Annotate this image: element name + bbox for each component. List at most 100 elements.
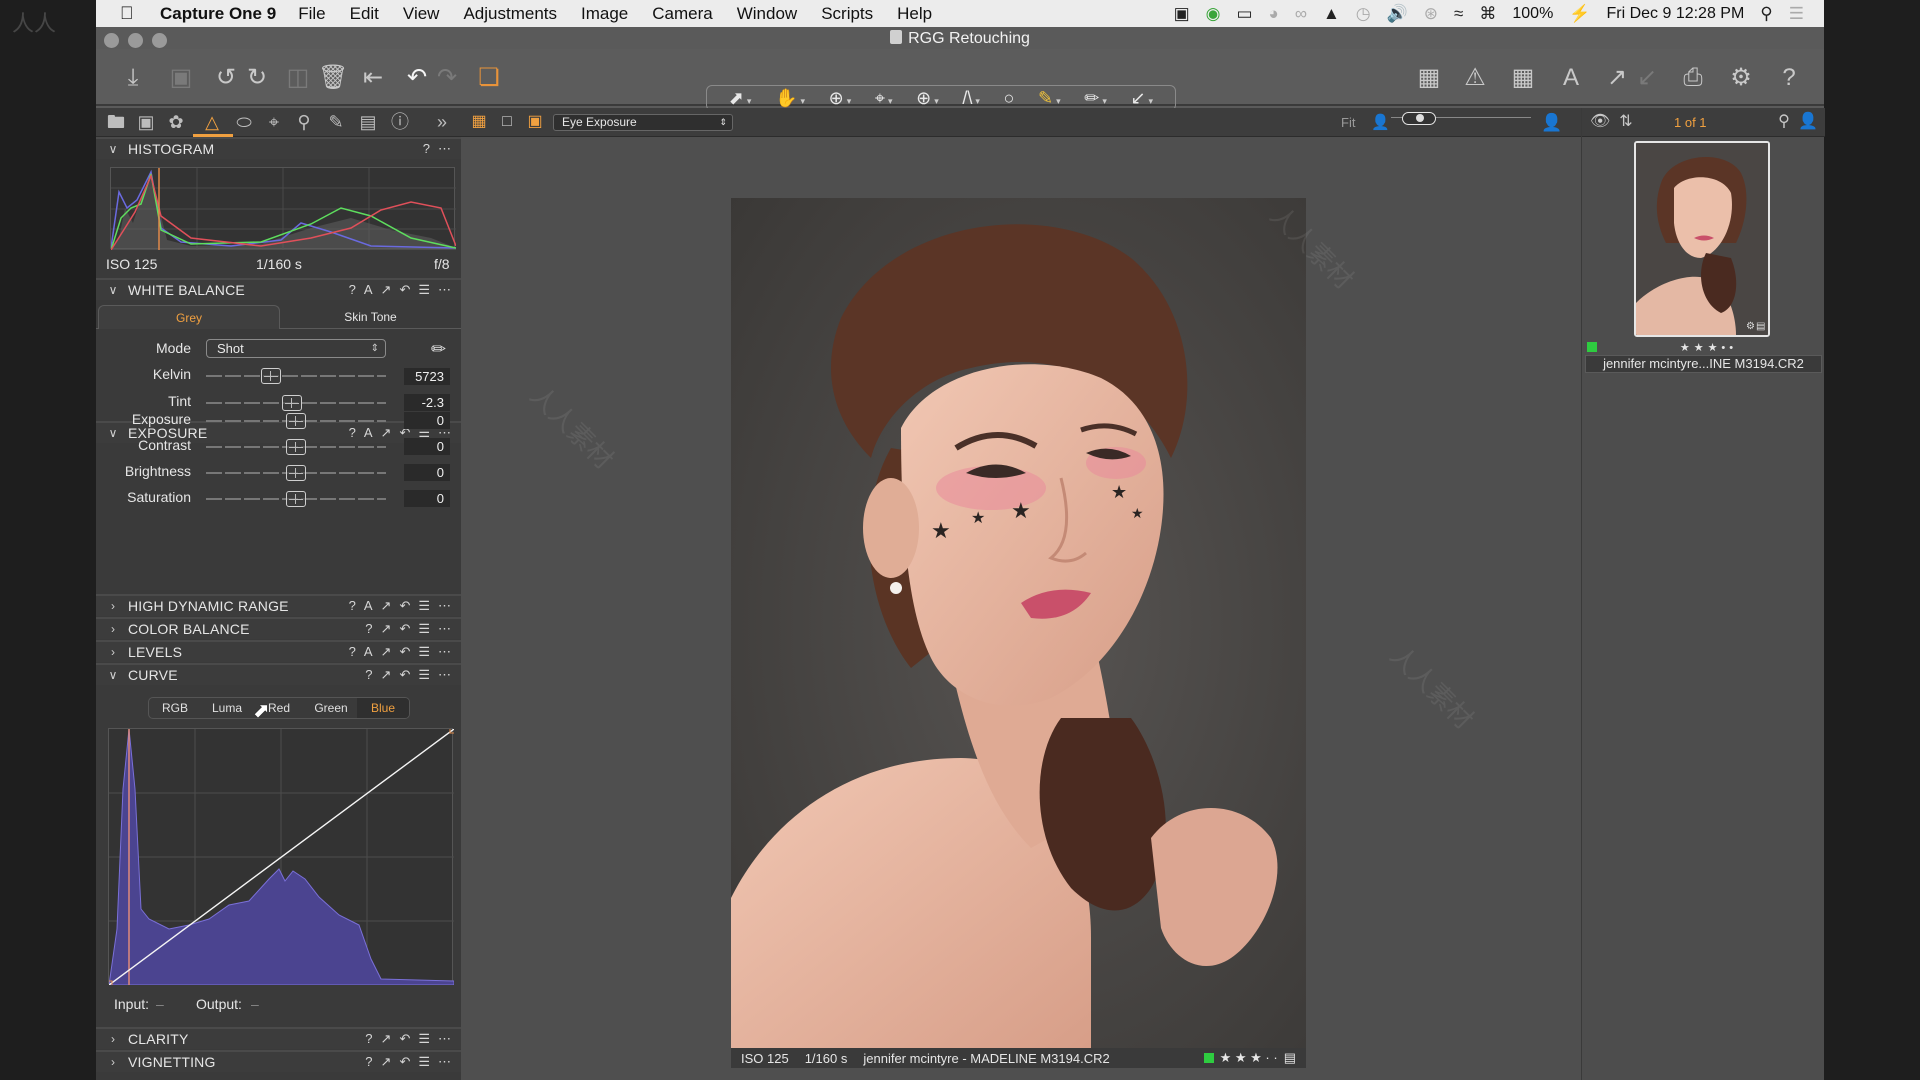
reset-icon[interactable]: ↶ xyxy=(399,667,410,683)
auto-icon[interactable]: A xyxy=(364,598,373,614)
single-view-icon[interactable]: □ xyxy=(497,113,517,131)
composition-tab-icon[interactable]: ⌖ xyxy=(262,111,286,133)
menu-view[interactable]: View xyxy=(403,4,440,24)
kelvin-slider-knob[interactable] xyxy=(260,368,281,384)
presets-icon[interactable]: ☰ xyxy=(418,1054,430,1070)
rotate-left-icon[interactable]: ↺ xyxy=(211,63,241,93)
info-icon[interactable]: ▤ xyxy=(1284,1050,1296,1066)
adjustments-tab-icon[interactable]: ▤ xyxy=(356,111,380,133)
color-picker-icon[interactable]: ✏ ▾ xyxy=(1084,88,1107,109)
reset-icon[interactable]: ↶ xyxy=(399,621,410,637)
spotlight-icon[interactable]: ⚲ xyxy=(1760,4,1772,24)
exposure-tab-icon[interactable]: △ xyxy=(200,111,224,133)
redo-icon[interactable]: ↷ xyxy=(432,63,462,93)
user-icon[interactable]: 👤 xyxy=(1798,113,1818,131)
grid-icon[interactable]: ▦ xyxy=(1508,63,1538,93)
keystone-tool-icon[interactable]: /\ ▾ xyxy=(962,88,980,109)
battery-icon[interactable]: ⚡ xyxy=(1569,4,1590,24)
move-to-folder-icon[interactable]: ◫ xyxy=(283,63,313,93)
more-icon[interactable]: ⋯ xyxy=(438,1031,451,1047)
more-icon[interactable]: ⋯ xyxy=(438,282,451,298)
exposure-row-slider[interactable] xyxy=(206,465,386,481)
notification-center-icon[interactable]: ☰ xyxy=(1789,4,1804,24)
import-icon[interactable]: ⤓ xyxy=(118,63,148,93)
grid-view-icon[interactable]: ▦ xyxy=(469,113,489,131)
settings-icon[interactable]: ⚙ xyxy=(1726,63,1756,93)
auto-icon[interactable]: A xyxy=(364,282,373,298)
local-adjustments-tab-icon[interactable]: ✎ xyxy=(324,111,348,133)
menu-window[interactable]: Window xyxy=(737,4,797,24)
help-icon[interactable]: ? xyxy=(349,644,356,660)
help-icon[interactable]: ? xyxy=(365,621,372,637)
presets-icon[interactable]: ☰ xyxy=(418,1031,430,1047)
search-icon[interactable]: ⚲ xyxy=(1774,113,1794,131)
presets-icon[interactable]: ☰ xyxy=(418,621,430,637)
exposure-row-value[interactable]: 0 xyxy=(404,438,450,455)
apply-icon[interactable]: ↙ xyxy=(1632,63,1662,93)
zoom-slider[interactable] xyxy=(1391,112,1531,128)
exposure-row-slider[interactable] xyxy=(206,491,386,507)
trash-icon[interactable]: 🗑 xyxy=(318,63,348,93)
copy-apply-icon[interactable]: ↗ xyxy=(381,1031,392,1047)
white-balance-header[interactable]: ∨ WHITE BALANCE ? A ↗ ↶ ☰ ⋯ xyxy=(96,278,461,300)
curve-header[interactable]: ∨ CURVE ? ↗ ↶ ☰ ⋯ xyxy=(96,663,461,685)
menu-image[interactable]: Image xyxy=(581,4,628,24)
select-tool-icon[interactable]: ⬈ ▾ xyxy=(729,88,752,109)
multi-view-icon[interactable]: ▣ xyxy=(525,113,545,131)
wifi-icon[interactable]: ≈ xyxy=(1454,4,1463,24)
print-icon[interactable]: ⎙ xyxy=(1678,63,1708,93)
presets-icon[interactable]: ☰ xyxy=(418,667,430,683)
tab-skin-tone[interactable]: Skin Tone xyxy=(280,305,461,329)
menu-adjustments[interactable]: Adjustments xyxy=(463,4,557,24)
reset-icon[interactable]: ↶ xyxy=(399,1054,410,1070)
tab-grey[interactable]: Grey xyxy=(98,305,280,329)
vignetting-header[interactable]: › VIGNETTING ? ↗ ↶ ☰ ⋯ xyxy=(96,1050,461,1072)
more-tabs-icon[interactable]: » xyxy=(430,111,454,133)
more-icon[interactable]: ⋯ xyxy=(438,598,451,614)
curve-graph[interactable] xyxy=(105,726,457,988)
help-icon[interactable]: ? xyxy=(365,1031,372,1047)
spot-removal-icon[interactable]: ○ xyxy=(1004,88,1015,109)
copy-apply-icon[interactable]: ↗ xyxy=(381,644,392,660)
bluetooth-icon[interactable]: ⊛ xyxy=(1424,4,1438,24)
menu-edit[interactable]: Edit xyxy=(350,4,379,24)
exposure-row-slider[interactable] xyxy=(206,439,386,455)
kelvin-value[interactable]: 5723 xyxy=(404,368,450,385)
app-menu[interactable]: Capture One 9 xyxy=(160,4,276,24)
crop-tool-icon[interactable]: ⌖ ▾ xyxy=(875,88,893,109)
volume-icon[interactable]: 🔊 xyxy=(1387,4,1408,24)
screen-icon[interactable]: ▭ xyxy=(1236,4,1252,24)
exposure-row-slider[interactable] xyxy=(206,413,386,429)
reset-icon[interactable]: ↶ xyxy=(399,1031,410,1047)
thumbnail[interactable]: ⚙ ▤ xyxy=(1634,141,1770,337)
pan-tool-icon[interactable]: ✋ ▾ xyxy=(775,88,805,109)
curve-tab-luma[interactable]: Luma xyxy=(201,698,253,718)
copy-adjustments-icon[interactable]: ❏ xyxy=(474,63,504,93)
copy-apply-icon[interactable]: ↗ xyxy=(381,667,392,683)
capture-tab-icon[interactable]: ▣ xyxy=(134,111,158,133)
reset-icon[interactable]: ↶ xyxy=(399,598,410,614)
creative-cloud-icon[interactable]: ∞ xyxy=(1295,4,1307,24)
apply-adjustments-icon[interactable]: ↙ ▾ xyxy=(1130,88,1153,109)
menu-camera[interactable]: Camera xyxy=(652,4,712,24)
clarity-header[interactable]: › CLARITY ? ↗ ↶ ☰ ⋯ xyxy=(96,1027,461,1049)
presets-icon[interactable]: ☰ xyxy=(418,598,430,614)
sort-icon[interactable]: ⇅ xyxy=(1616,113,1636,131)
kelvin-slider[interactable] xyxy=(206,368,386,384)
zoom-tool-icon[interactable]: ⊕ ▾ xyxy=(829,88,852,109)
reset-icon[interactable]: ↶ xyxy=(399,282,410,298)
help-icon[interactable]: ? xyxy=(365,1054,372,1070)
copy-icon[interactable]: ↗ xyxy=(1602,63,1632,93)
exposure-row-value[interactable]: 0 xyxy=(404,412,450,429)
compare-layout-icon[interactable]: ▦ xyxy=(1414,63,1444,93)
menu-file[interactable]: File xyxy=(298,4,325,24)
high-dynamic-range-header[interactable]: › HIGH DYNAMIC RANGE ? A ↗ ↶ ☰ ⋯ xyxy=(96,594,461,616)
headphones-icon[interactable]: ◕ xyxy=(1269,4,1279,24)
eye-icon[interactable]: 👁 xyxy=(1590,113,1610,131)
star-rating[interactable]: ★ ★ ★ · · xyxy=(1220,1050,1278,1066)
brush-tool-icon[interactable]: ✎ ▾ xyxy=(1038,88,1061,109)
clock[interactable]: Fri Dec 9 12:28 PM xyxy=(1606,5,1744,23)
color-balance-header[interactable]: › COLOR BALANCE ? ↗ ↶ ☰ ⋯ xyxy=(96,617,461,639)
lens-tab-icon[interactable]: ⬭ xyxy=(232,111,256,133)
help-icon[interactable]: ? xyxy=(349,598,356,614)
